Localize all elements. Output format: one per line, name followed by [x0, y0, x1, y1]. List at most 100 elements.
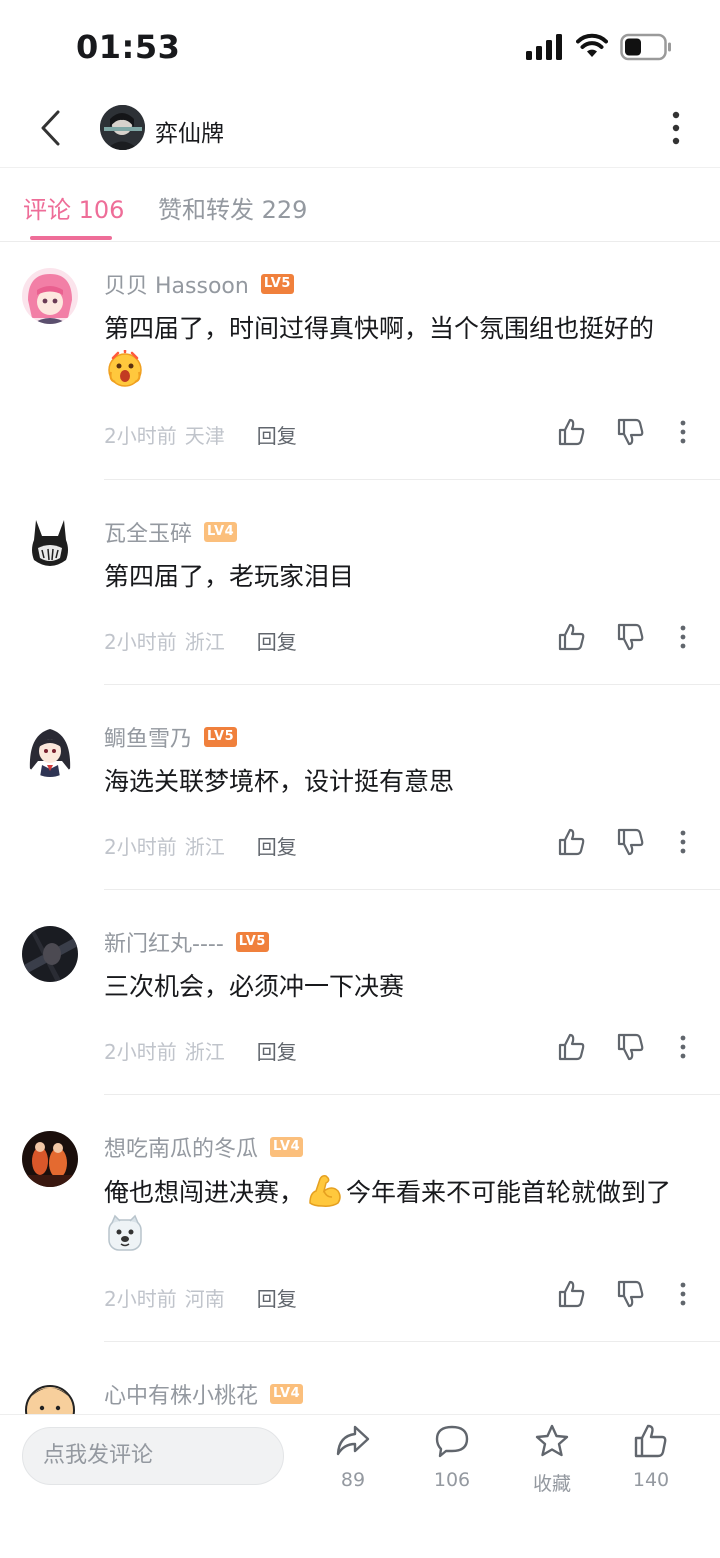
chevron-left-icon — [41, 110, 60, 146]
wifi-icon — [576, 33, 608, 57]
more-vertical-icon — [680, 830, 686, 854]
cellular-signal-icon — [526, 34, 562, 60]
avatar[interactable] — [22, 1131, 78, 1187]
thumbs-up-icon — [558, 1033, 585, 1061]
comment-more-button[interactable] — [666, 1030, 700, 1064]
back-button[interactable] — [30, 106, 70, 150]
comment-meta: 2小时前 浙江 回复 — [104, 831, 297, 860]
star-icon — [535, 1424, 569, 1457]
username[interactable]: 瓦全玉碎 — [104, 516, 192, 548]
level-badge: LV4 — [204, 522, 238, 542]
comment-meta: 2小时前 天津 回复 — [104, 420, 297, 449]
comment-header: 心中有株小桃花 LV4 — [104, 1378, 304, 1410]
thumbs-down-icon — [617, 418, 644, 446]
dislike-button[interactable] — [614, 1030, 648, 1064]
comment-more-button[interactable] — [666, 1277, 700, 1311]
comment-more-button[interactable] — [666, 415, 700, 449]
comment-header: 鲷鱼雪乃 LV5 — [104, 721, 238, 753]
more-vertical-icon — [680, 420, 686, 444]
tab-comments[interactable]: 评论 106 — [23, 190, 124, 225]
comment-text-part: 第四届了，时间过得真快啊，当个氛围组也挺好的 — [104, 314, 655, 343]
more-vertical-icon — [680, 1035, 686, 1059]
comment-location: 浙江 — [184, 1040, 225, 1064]
share-icon — [336, 1425, 370, 1456]
comment-location: 浙江 — [184, 630, 225, 654]
dislike-button[interactable] — [614, 415, 648, 449]
tab-likes-reposts[interactable]: 赞和转发 229 — [158, 190, 307, 225]
comment-item: 鲷鱼雪乃 LV5 海选关联梦境杯，设计挺有意思 2小时前 浙江 回复 — [0, 721, 720, 891]
favorite-button[interactable]: 收藏 — [507, 1423, 597, 1503]
more-vertical-icon — [680, 1282, 686, 1306]
divider — [104, 1094, 720, 1095]
comment-location: 浙江 — [184, 835, 225, 859]
share-button[interactable]: 89 — [308, 1423, 398, 1503]
like-post-button[interactable]: 140 — [606, 1423, 696, 1503]
thumbs-down-icon — [617, 1280, 644, 1308]
like-button[interactable] — [555, 415, 589, 449]
like-count: 140 — [632, 1469, 670, 1491]
dislike-button[interactable] — [614, 1277, 648, 1311]
comment-text-part: 俺也想闯进决赛， — [104, 1178, 305, 1207]
comment-location: 天津 — [184, 424, 225, 448]
comment-text: 俺也想闯进决赛， 今年看来不可能首轮就做到了 — [104, 1171, 694, 1257]
comment-item: 新门红丸---- LV5 三次机会，必须冲一下决赛 2小时前 浙江 回复 — [0, 926, 720, 1096]
thumbs-down-icon — [617, 623, 644, 651]
comment-item: 想吃南瓜的冬瓜 LV4 俺也想闯进决赛， 今年看来不可能首轮就做到了 2小时前 … — [0, 1131, 720, 1343]
avatar[interactable] — [22, 516, 78, 572]
status-time: 01:53 — [76, 28, 181, 66]
thumbs-up-icon — [558, 1280, 585, 1308]
avatar[interactable] — [22, 1378, 78, 1414]
reply-button[interactable]: 回复 — [257, 831, 297, 860]
comment-text: 三次机会，必须冲一下决赛 — [104, 972, 405, 1001]
divider — [104, 889, 720, 890]
more-vertical-icon — [672, 111, 680, 145]
comment-text-part: 今年看来不可能首轮就做到了 — [346, 1178, 672, 1207]
comment-header: 新门红丸---- LV5 — [104, 926, 269, 958]
avatar[interactable] — [22, 721, 78, 777]
reply-button[interactable]: 回复 — [257, 626, 297, 655]
comment-more-button[interactable] — [666, 620, 700, 654]
level-badge: LV4 — [270, 1384, 304, 1404]
username[interactable]: 想吃南瓜的冬瓜 — [104, 1131, 258, 1163]
avatar[interactable] — [22, 926, 78, 982]
comment-header: 贝贝 Hassoon LV5 — [104, 268, 294, 300]
thumbs-up-icon — [558, 418, 585, 446]
author-avatar[interactable] — [100, 105, 145, 150]
username[interactable]: 贝贝 Hassoon — [104, 268, 249, 300]
comment-input[interactable]: 点我发评论 — [22, 1427, 284, 1485]
comment-header: 瓦全玉碎 LV4 — [104, 516, 238, 548]
thumbs-down-icon — [617, 828, 644, 856]
comment-text: 海选关联梦境杯，设计挺有意思 — [104, 767, 455, 796]
dislike-button[interactable] — [614, 825, 648, 859]
like-button[interactable] — [555, 825, 589, 859]
username[interactable]: 心中有株小桃花 — [104, 1378, 258, 1410]
comment-meta: 2小时前 浙江 回复 — [104, 1036, 297, 1065]
tab-bar: 评论 106 赞和转发 229 — [0, 168, 720, 242]
reply-button[interactable]: 回复 — [257, 1036, 297, 1065]
like-button[interactable] — [555, 1030, 589, 1064]
comment-header: 想吃南瓜的冬瓜 LV4 — [104, 1131, 304, 1163]
divider — [104, 684, 720, 685]
divider — [104, 1341, 720, 1342]
reply-button[interactable]: 回复 — [257, 1283, 297, 1312]
reply-button[interactable]: 回复 — [257, 420, 297, 449]
favorite-label: 收藏 — [532, 1473, 571, 1495]
flexed-biceps-emoji — [309, 1175, 341, 1207]
comment-item: 心中有株小桃花 LV4 — [0, 1378, 720, 1414]
level-badge: LV4 — [270, 1137, 304, 1157]
share-count: 89 — [340, 1469, 366, 1491]
like-button[interactable] — [555, 1277, 589, 1311]
avatar[interactable] — [22, 268, 78, 324]
dislike-button[interactable] — [614, 620, 648, 654]
comment-time: 2小时前 — [104, 630, 177, 654]
like-button[interactable] — [555, 620, 589, 654]
comment-button[interactable]: 106 — [407, 1423, 497, 1503]
author-name[interactable]: 弈仙牌 — [155, 114, 224, 148]
username[interactable]: 新门红丸---- — [104, 926, 224, 958]
comment-time: 2小时前 — [104, 835, 177, 859]
comment-more-button[interactable] — [666, 825, 700, 859]
more-options-button[interactable] — [660, 106, 692, 150]
chat-bubble-icon — [435, 1425, 469, 1458]
username[interactable]: 鲷鱼雪乃 — [104, 721, 192, 753]
comment-time: 2小时前 — [104, 1287, 177, 1311]
